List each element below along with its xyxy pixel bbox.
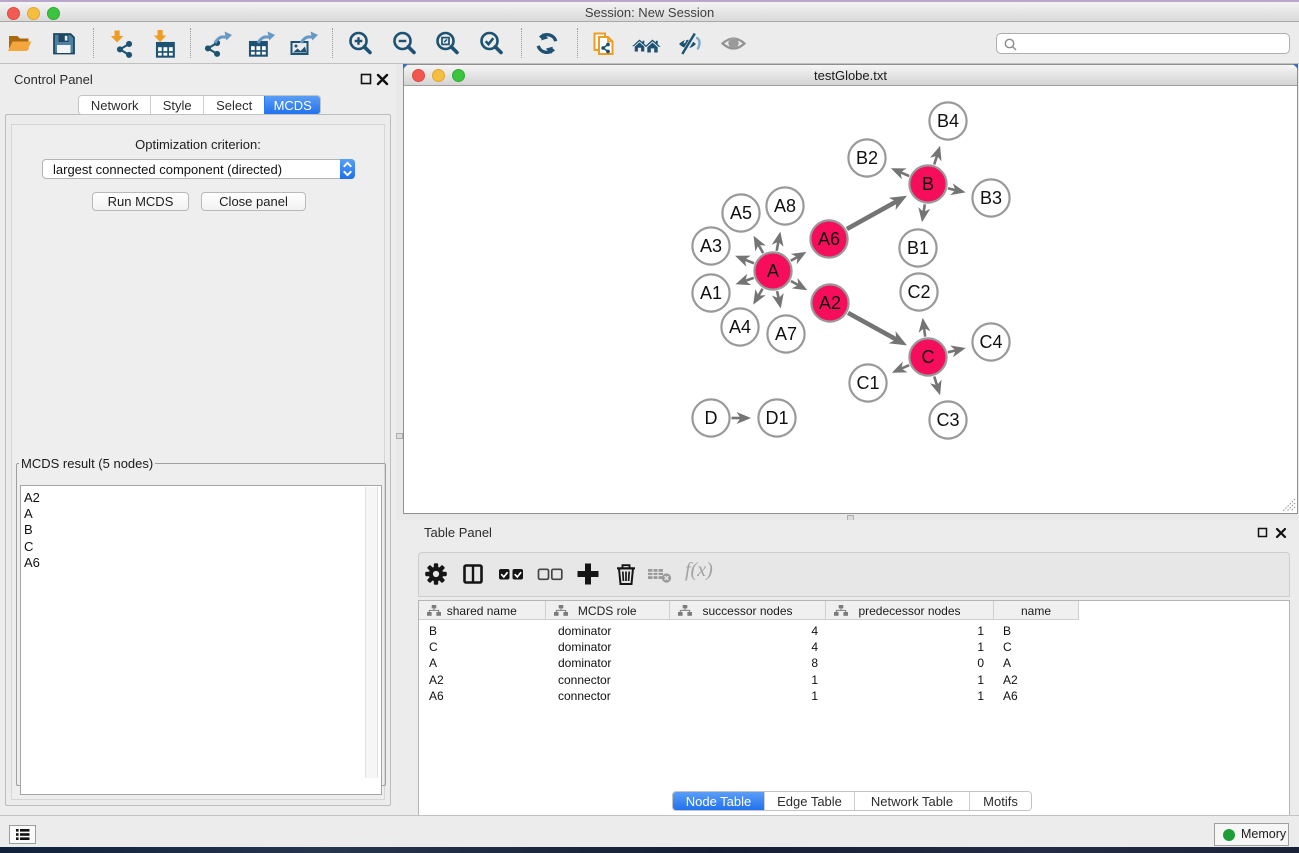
- svg-text:C3: C3: [936, 410, 959, 430]
- svg-text:A4: A4: [729, 317, 751, 337]
- svg-text:A8: A8: [774, 196, 796, 216]
- svg-text:A3: A3: [700, 236, 722, 256]
- svg-text:C1: C1: [856, 373, 879, 393]
- svg-text:A2: A2: [819, 293, 841, 313]
- svg-text:B1: B1: [907, 238, 929, 258]
- svg-text:A6: A6: [818, 229, 840, 249]
- svg-text:C4: C4: [979, 332, 1002, 352]
- svg-text:A5: A5: [730, 203, 752, 223]
- svg-text:D: D: [705, 408, 718, 428]
- svg-text:C: C: [922, 347, 935, 367]
- svg-text:B3: B3: [980, 188, 1002, 208]
- svg-text:B4: B4: [937, 111, 959, 131]
- svg-text:B: B: [922, 174, 934, 194]
- svg-text:A1: A1: [700, 283, 722, 303]
- svg-text:D1: D1: [765, 408, 788, 428]
- svg-text:C2: C2: [907, 282, 930, 302]
- svg-text:B2: B2: [856, 148, 878, 168]
- svg-text:A7: A7: [775, 324, 797, 344]
- svg-text:A: A: [767, 261, 779, 281]
